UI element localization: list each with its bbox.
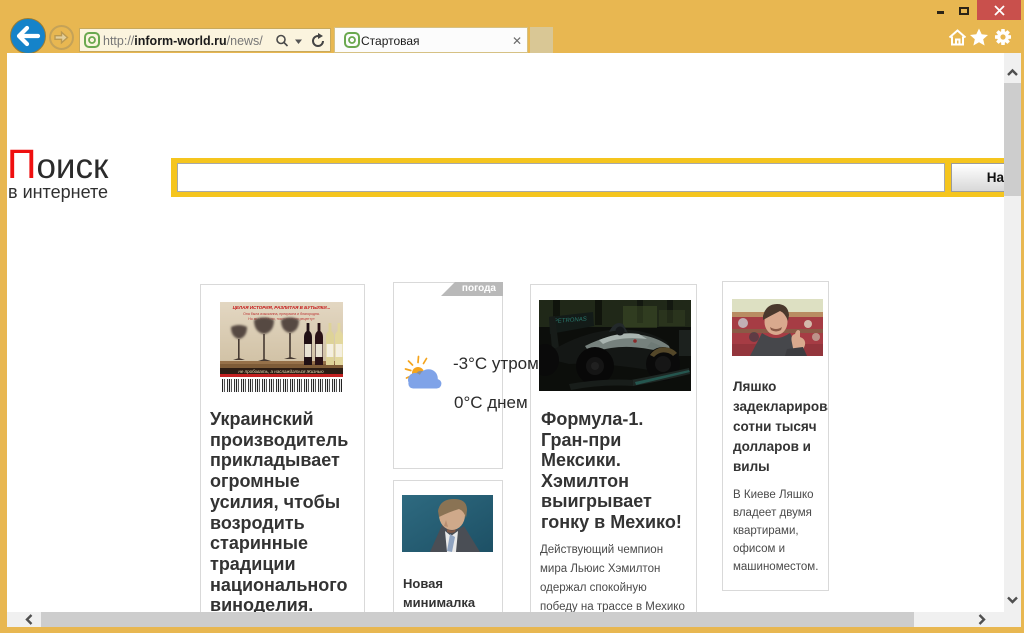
svg-text:не пробовать, а наслаждаться Ж: не пробовать, а наслаждаться Жизнью (238, 369, 324, 374)
